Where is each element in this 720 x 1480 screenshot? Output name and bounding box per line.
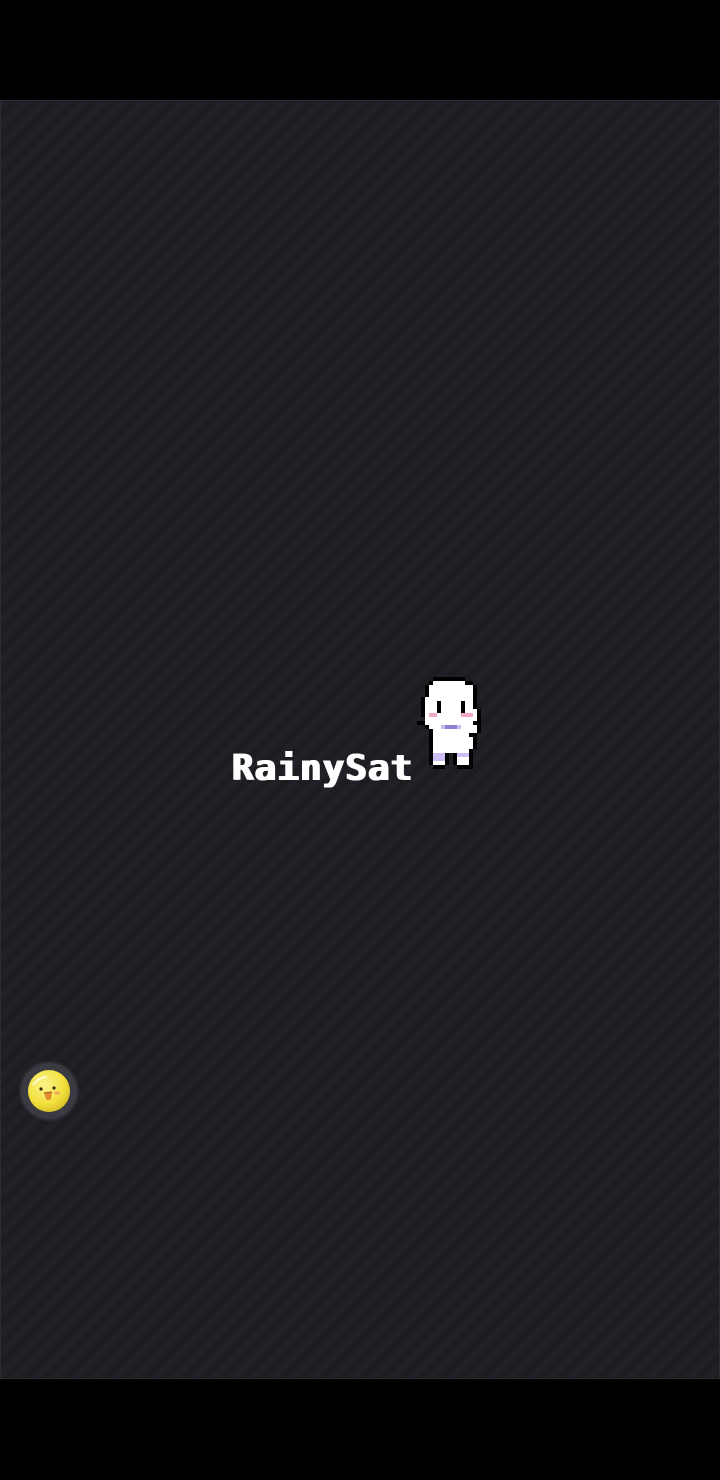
pixel-ghost-character-icon	[417, 677, 481, 769]
game-title: RainySat	[231, 748, 413, 789]
game-canvas[interactable]: RainySat	[0, 100, 720, 1379]
bottom-letterbox	[0, 1379, 720, 1480]
top-letterbox	[0, 0, 720, 100]
title-group: RainySat	[229, 677, 499, 789]
duck-avatar-button[interactable]	[21, 1063, 77, 1119]
yellow-duck-avatar-icon	[28, 1070, 70, 1112]
